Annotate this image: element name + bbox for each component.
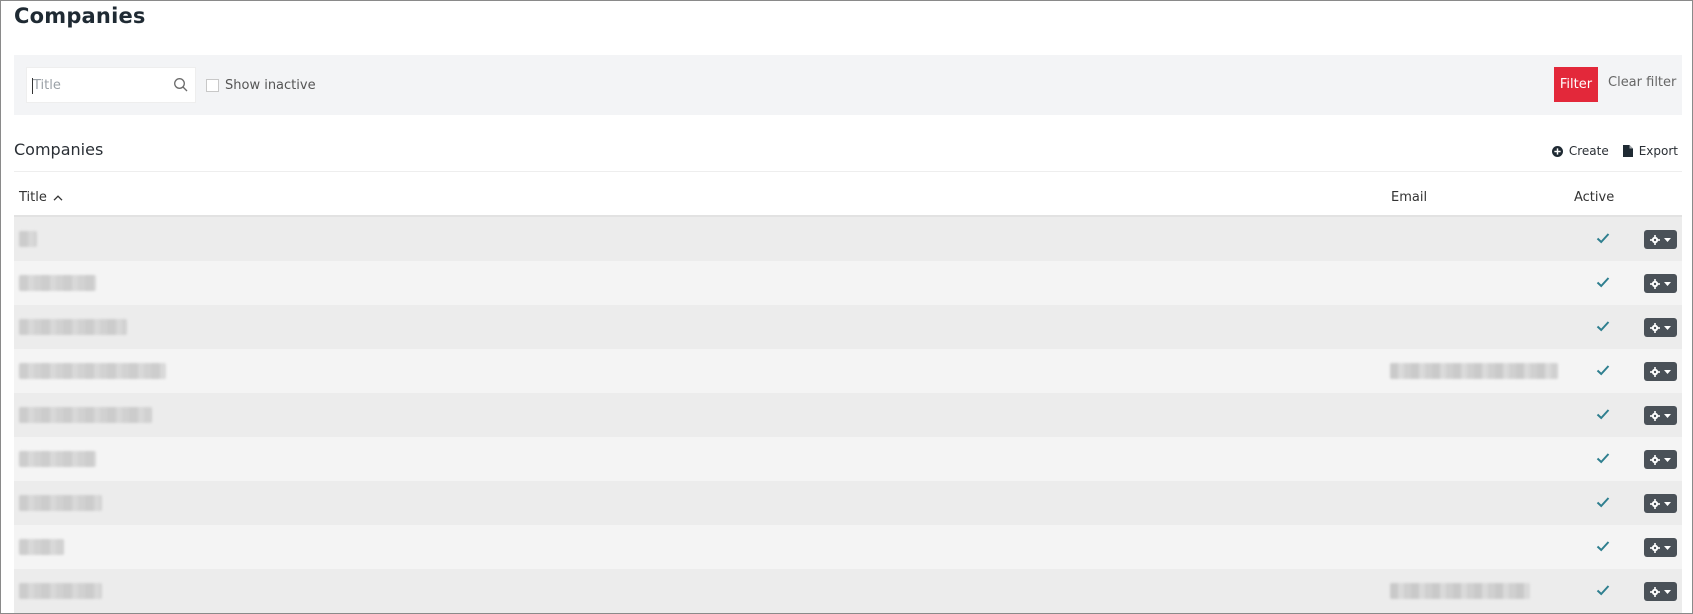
- row-title-redacted[interactable]: [19, 539, 64, 555]
- gear-icon: [1650, 542, 1660, 553]
- row-actions-button[interactable]: [1644, 494, 1677, 513]
- table-header: Title Email Active: [14, 185, 1682, 217]
- caret-down-icon: [1664, 281, 1671, 286]
- row-title-redacted[interactable]: [19, 583, 102, 599]
- table-row[interactable]: [14, 305, 1682, 349]
- show-inactive-label: Show inactive: [225, 77, 316, 93]
- table-row[interactable]: [14, 437, 1682, 481]
- column-header-email[interactable]: Email: [1391, 190, 1427, 205]
- row-actions-button[interactable]: [1644, 406, 1677, 425]
- row-email-redacted: [1390, 583, 1530, 599]
- gear-icon: [1650, 278, 1660, 289]
- active-check-icon: [1596, 585, 1610, 596]
- caret-down-icon: [1664, 545, 1671, 550]
- create-label: Create: [1568, 144, 1609, 158]
- active-check-icon: [1596, 277, 1610, 288]
- row-actions-button[interactable]: [1644, 538, 1677, 557]
- active-check-icon: [1596, 409, 1610, 420]
- export-label: Export: [1638, 144, 1678, 158]
- search-input[interactable]: [31, 68, 171, 102]
- column-email-label: Email: [1391, 190, 1428, 205]
- table-row[interactable]: [14, 481, 1682, 525]
- table-body: [14, 217, 1682, 613]
- row-title-redacted[interactable]: [19, 319, 127, 335]
- table-row[interactable]: [14, 217, 1682, 261]
- table-row[interactable]: [14, 525, 1682, 569]
- column-active-label: Active: [1574, 190, 1615, 205]
- gear-icon: [1650, 322, 1660, 333]
- row-actions-button[interactable]: [1644, 230, 1677, 249]
- gear-icon: [1650, 234, 1660, 245]
- clear-filter-button[interactable]: Clear filter: [1608, 75, 1676, 90]
- column-header-active[interactable]: Active: [1574, 190, 1614, 205]
- active-check-icon: [1596, 541, 1610, 552]
- caret-down-icon: [1664, 237, 1671, 242]
- app-frame: Companies Show inactive Filter Clear fil…: [0, 0, 1693, 614]
- caret-down-icon: [1664, 589, 1671, 594]
- show-inactive-checkbox[interactable]: [206, 78, 219, 92]
- gear-icon: [1650, 454, 1660, 465]
- active-check-icon: [1596, 233, 1610, 244]
- row-title-redacted[interactable]: [19, 495, 102, 511]
- search-box[interactable]: [26, 67, 196, 103]
- gear-icon: [1650, 410, 1660, 421]
- row-actions-button[interactable]: [1644, 450, 1677, 469]
- row-actions-button[interactable]: [1644, 318, 1677, 337]
- row-title-redacted[interactable]: [19, 275, 96, 291]
- row-title-redacted[interactable]: [19, 407, 152, 423]
- caret-down-icon: [1664, 457, 1671, 462]
- table-row[interactable]: [14, 261, 1682, 305]
- text-caret: [32, 78, 33, 94]
- section-divider: [14, 171, 1682, 172]
- export-button[interactable]: Export: [1622, 144, 1678, 158]
- row-title-redacted[interactable]: [19, 363, 166, 379]
- row-email-redacted: [1390, 363, 1558, 379]
- column-header-title[interactable]: Title: [19, 190, 63, 205]
- active-check-icon: [1596, 497, 1610, 508]
- table-row[interactable]: [14, 569, 1682, 613]
- gear-icon: [1650, 498, 1660, 509]
- search-icon[interactable]: [173, 77, 189, 93]
- caret-down-icon: [1664, 369, 1671, 374]
- sort-ascending-icon: [53, 194, 63, 201]
- plus-circle-icon: [1551, 145, 1563, 157]
- column-title-label: Title: [19, 190, 47, 205]
- page-title: Companies: [14, 4, 146, 28]
- caret-down-icon: [1664, 413, 1671, 418]
- section-actions: Create Export: [1551, 144, 1678, 158]
- show-inactive-toggle[interactable]: Show inactive: [206, 75, 316, 95]
- row-actions-button[interactable]: [1644, 582, 1677, 601]
- caret-down-icon: [1664, 501, 1671, 506]
- row-actions-button[interactable]: [1644, 274, 1677, 293]
- section-title: Companies: [14, 140, 104, 159]
- row-actions-button[interactable]: [1644, 362, 1677, 381]
- active-check-icon: [1596, 453, 1610, 464]
- row-title-redacted[interactable]: [19, 231, 37, 247]
- create-button[interactable]: Create: [1551, 144, 1609, 158]
- table-row[interactable]: [14, 393, 1682, 437]
- gear-icon: [1650, 586, 1660, 597]
- row-title-redacted[interactable]: [19, 451, 96, 467]
- gear-icon: [1650, 366, 1660, 377]
- active-check-icon: [1596, 321, 1610, 332]
- filter-button[interactable]: Filter: [1554, 67, 1598, 102]
- active-check-icon: [1596, 365, 1610, 376]
- caret-down-icon: [1664, 325, 1671, 330]
- file-icon: [1622, 145, 1633, 157]
- table-row[interactable]: [14, 349, 1682, 393]
- filter-bar: Show inactive Filter Clear filter: [14, 55, 1682, 115]
